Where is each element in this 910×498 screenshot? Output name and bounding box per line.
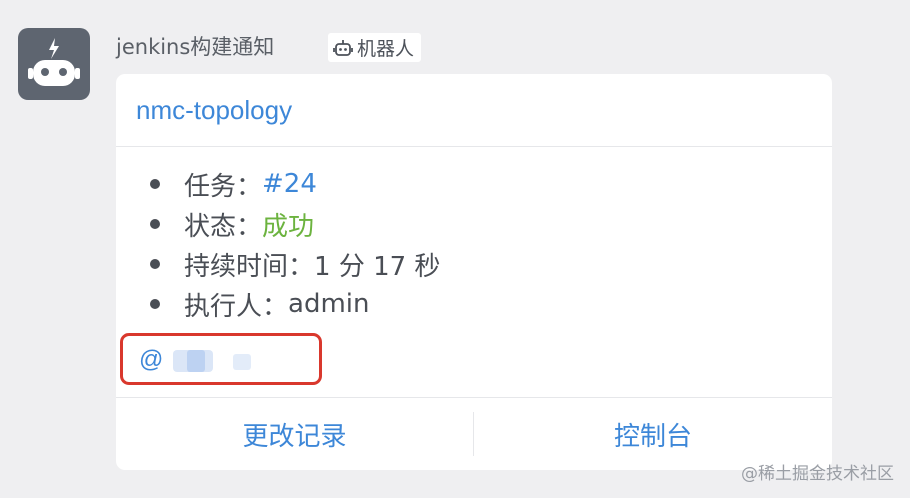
notification-card: nmc-topology 任务： #24 状态： 成功 持续时间： 1 分 17…: [116, 74, 832, 470]
bot-badge: 机器人: [328, 33, 422, 62]
card-divider: [116, 146, 832, 147]
bullet-dot: [150, 179, 160, 189]
watermark: @稀土掘金技术社区: [741, 464, 894, 484]
bullet-dot: [150, 299, 160, 309]
detail-label: 持续时间：: [184, 251, 315, 282]
executor-value: admin: [288, 289, 370, 319]
detail-label: 执行人：: [184, 291, 289, 322]
card-actions: 更改记录 控制台: [116, 398, 832, 470]
bot-badge-label: 机器人: [357, 38, 415, 60]
redacted-mention-name: [233, 354, 251, 370]
robot-icon: [28, 38, 80, 86]
bullet-dot: [150, 259, 160, 269]
bullet-dot: [150, 219, 160, 229]
duration-value: 1 分 17 秒: [314, 251, 441, 282]
mention-highlight: @: [120, 333, 322, 385]
chat-message: jenkins构建通知 机器人 nmc-topology 任务： #24 状态：…: [0, 0, 910, 498]
bot-avatar[interactable]: [18, 28, 90, 100]
detail-label: 任务：: [184, 171, 263, 202]
detail-task: 任务： #24: [150, 164, 317, 204]
sender-name[interactable]: jenkins构建通知: [116, 34, 274, 60]
detail-executor: 执行人： admin: [150, 284, 369, 324]
task-number-link[interactable]: #24: [262, 169, 317, 199]
bot-tag-icon: [333, 39, 353, 56]
card-title-link[interactable]: nmc-topology: [136, 94, 292, 126]
detail-duration: 持续时间： 1 分 17 秒: [150, 244, 440, 284]
mention-link[interactable]: @: [139, 346, 163, 374]
redacted-mention-name: [187, 350, 205, 372]
detail-status: 状态： 成功: [150, 204, 314, 244]
change-log-button[interactable]: 更改记录: [116, 398, 473, 470]
detail-label: 状态：: [184, 211, 263, 242]
status-value: 成功: [262, 211, 315, 242]
